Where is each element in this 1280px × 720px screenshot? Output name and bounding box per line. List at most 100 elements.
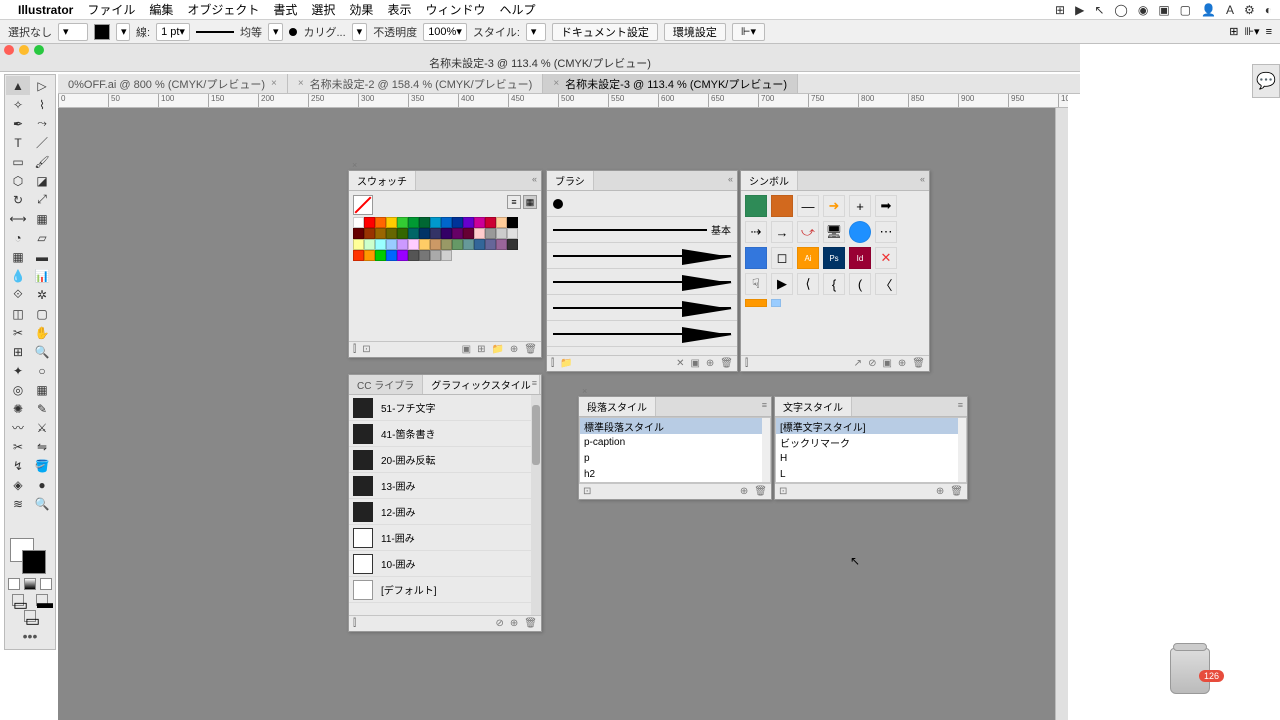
symbol-item[interactable]: 〈: [875, 273, 897, 295]
swatch[interactable]: [507, 228, 518, 239]
menu-edit[interactable]: 編集: [149, 1, 173, 18]
menu-effect[interactable]: 効果: [349, 1, 373, 18]
delete-icon[interactable]: 🗑: [524, 344, 537, 355]
close-icon[interactable]: ×: [582, 386, 587, 396]
symbol-item[interactable]: [771, 195, 793, 217]
fill-swatch[interactable]: [94, 24, 110, 40]
style-row[interactable]: H: [776, 450, 966, 466]
artboard-tool[interactable]: ▢: [30, 304, 54, 323]
swatch[interactable]: [507, 217, 518, 228]
style-row[interactable]: p: [580, 450, 770, 466]
swatch-options-icon[interactable]: ▣: [462, 344, 471, 355]
swatch[interactable]: [419, 239, 430, 250]
align-button[interactable]: ⊩▾: [732, 23, 765, 41]
style-row[interactable]: ビックリマーク: [776, 434, 966, 450]
symbol-item[interactable]: ◻: [771, 247, 793, 269]
gradient-tool[interactable]: ▬: [30, 247, 54, 266]
stroke-swatch[interactable]: [22, 550, 46, 574]
workspace-icon[interactable]: ⊞: [1229, 25, 1238, 38]
paragraph-styles-tab[interactable]: 段落スタイル: [579, 397, 656, 416]
polar-grid-tool[interactable]: ◎: [6, 380, 30, 399]
symbol-item[interactable]: ✕: [875, 247, 897, 269]
graphic-style-row[interactable]: 11-囲み: [349, 525, 541, 551]
fill-stroke-swatches[interactable]: [6, 536, 54, 576]
doc-setup-button[interactable]: ドキュメント設定: [552, 23, 658, 41]
delete-icon[interactable]: 🗑: [720, 358, 733, 369]
swatch[interactable]: [463, 239, 474, 250]
symbol-item[interactable]: +: [849, 195, 871, 217]
swatch[interactable]: [353, 228, 364, 239]
rectangular-grid-tool[interactable]: ▦: [30, 380, 54, 399]
swatch[interactable]: [397, 228, 408, 239]
horizontal-ruler[interactable]: 0501001502002503003504004505005506006507…: [58, 94, 1068, 108]
brush-item[interactable]: 基本: [547, 217, 737, 243]
none-swatch[interactable]: [353, 195, 373, 215]
draw-mode[interactable]: ▭: [24, 610, 36, 622]
perspective-tool[interactable]: ▱: [30, 228, 54, 247]
pencil-tool[interactable]: ✎: [30, 399, 54, 418]
rectangle-tool[interactable]: ▭: [6, 152, 30, 171]
symbol-item[interactable]: ➜: [823, 195, 845, 217]
print-tiling-tool[interactable]: ⊞: [6, 342, 30, 361]
swatch[interactable]: [496, 217, 507, 228]
delete-icon[interactable]: 🗑: [912, 358, 925, 369]
break-link-icon[interactable]: ⊘: [868, 358, 876, 369]
swatch[interactable]: [419, 228, 430, 239]
tray-icon[interactable]: A: [1226, 3, 1234, 17]
graphic-style-row[interactable]: 20-囲み反転: [349, 447, 541, 473]
symbol-item[interactable]: [849, 221, 871, 243]
swatch[interactable]: [353, 250, 364, 261]
library-icon[interactable]: ⊡: [583, 486, 591, 497]
screen-mode-normal[interactable]: ▭: [12, 594, 24, 606]
panel-menu-icon[interactable]: ≡: [762, 400, 767, 410]
document-tab[interactable]: 0%OFF.ai @ 800 % (CMYK/プレビュー)×: [58, 74, 288, 93]
blend-tool[interactable]: ⟐: [6, 285, 30, 304]
symbol-item[interactable]: ⋯: [875, 221, 897, 243]
fill-dropdown[interactable]: ▾: [58, 23, 88, 41]
shape-builder-tool[interactable]: ◔: [6, 228, 30, 247]
swatch[interactable]: [397, 250, 408, 261]
swatch[interactable]: [441, 239, 452, 250]
smooth-tool[interactable]: 〰: [6, 418, 30, 437]
swatch[interactable]: [507, 239, 518, 250]
ellipse-tool[interactable]: ○: [30, 361, 54, 380]
swatch[interactable]: [364, 239, 375, 250]
folder-icon[interactable]: 📁: [560, 358, 572, 369]
scrollbar[interactable]: [958, 418, 966, 482]
graphic-style-row[interactable]: 41-箇条書き: [349, 421, 541, 447]
mesh-tool[interactable]: ▦: [6, 247, 30, 266]
color-mode-normal[interactable]: [8, 578, 20, 590]
style-row[interactable]: 標準段落スタイル: [580, 418, 770, 434]
prefs-button[interactable]: 環境設定: [664, 23, 726, 41]
style-row[interactable]: h2: [580, 466, 770, 482]
symbol-item[interactable]: Id: [849, 247, 871, 269]
graphic-style-row[interactable]: 12-囲み: [349, 499, 541, 525]
document-tab[interactable]: ×名称未設定-2 @ 158.4 % (CMYK/プレビュー): [288, 74, 544, 93]
curvature-tool[interactable]: ⤳: [30, 114, 54, 133]
swatch[interactable]: [485, 239, 496, 250]
zoom-tool-2[interactable]: 🔍: [30, 494, 54, 513]
symbol-item[interactable]: {: [823, 273, 845, 295]
show-menu-icon[interactable]: ⊡: [362, 344, 370, 355]
shaper-tool[interactable]: ⬡: [6, 171, 30, 190]
swatch[interactable]: [474, 228, 485, 239]
tray-icon[interactable]: ◉: [1138, 3, 1148, 17]
brush-item[interactable]: [547, 243, 737, 269]
options-icon[interactable]: ▣: [882, 358, 891, 369]
cc-library-tab[interactable]: CC ライブラ: [349, 375, 423, 394]
menu-type[interactable]: 書式: [273, 1, 297, 18]
swatches-tab[interactable]: スウォッチ: [349, 171, 416, 190]
brush-item[interactable]: [547, 295, 737, 321]
swatch[interactable]: [375, 217, 386, 228]
scrollbar[interactable]: [762, 418, 770, 482]
menu-object[interactable]: オブジェクト: [187, 1, 259, 18]
zoom-window-icon[interactable]: [34, 45, 44, 55]
symbol-item[interactable]: —: [797, 195, 819, 217]
swatch[interactable]: [474, 239, 485, 250]
swatch[interactable]: [419, 250, 430, 261]
symbol-sprayer-tool[interactable]: ✲: [30, 285, 54, 304]
new-folder-icon[interactable]: 📁: [491, 344, 503, 355]
swatch[interactable]: [463, 228, 474, 239]
swatch[interactable]: [485, 217, 496, 228]
wrinkle-tool[interactable]: ≋: [6, 494, 30, 513]
